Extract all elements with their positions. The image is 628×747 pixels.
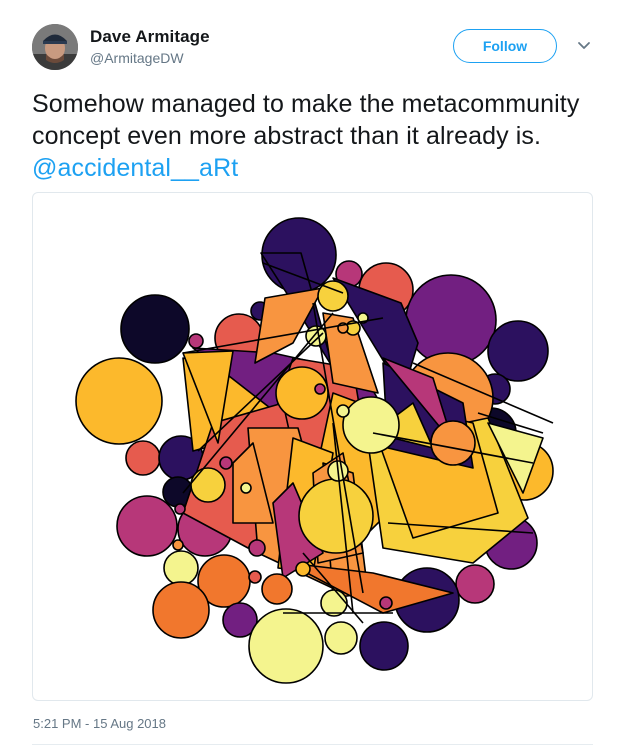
tweet-timestamp[interactable]: 5:21 PM - 15 Aug 2018 <box>33 716 166 731</box>
generative-art-icon <box>75 217 554 684</box>
tweet-body: Somehow managed to make the metacommunit… <box>32 90 580 150</box>
follow-button[interactable]: Follow <box>453 29 557 63</box>
author-avatar[interactable] <box>32 24 78 70</box>
divider <box>32 744 593 745</box>
user-photo-icon <box>32 24 78 70</box>
author-name[interactable]: Dave Armitage <box>90 27 210 47</box>
mention-link[interactable]: @accidental__aRt <box>32 154 238 182</box>
chevron-down-icon[interactable] <box>576 38 592 54</box>
tweet-media-image[interactable] <box>32 192 593 701</box>
author-handle[interactable]: @ArmitageDW <box>90 50 184 66</box>
tweet-card: Dave Armitage @ArmitageDW Follow Somehow… <box>0 0 628 747</box>
tweet-text: Somehow managed to make the metacommunit… <box>32 88 602 184</box>
